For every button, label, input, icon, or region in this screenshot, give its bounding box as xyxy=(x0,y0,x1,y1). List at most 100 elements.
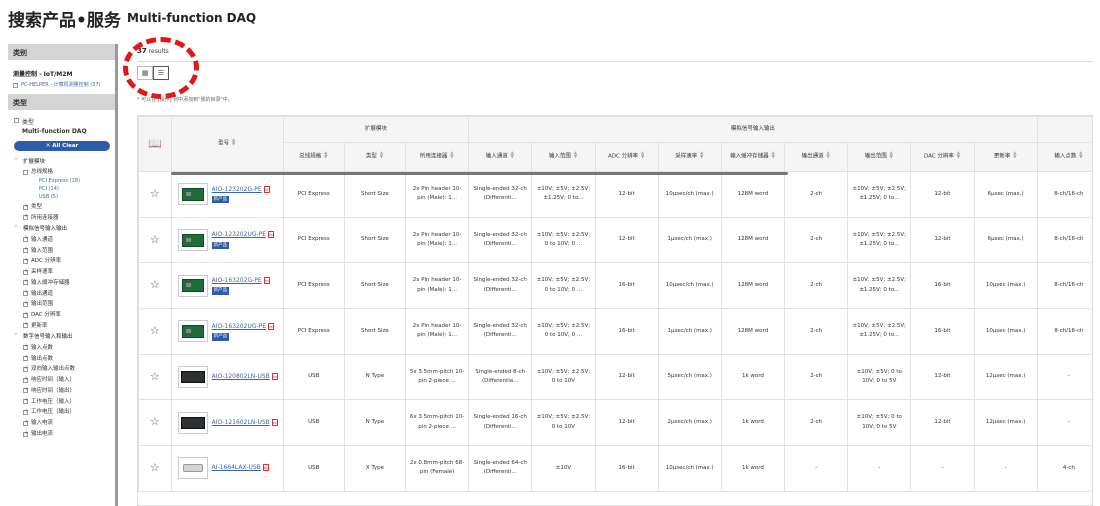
expand-icon[interactable] xyxy=(23,321,28,329)
column-header[interactable]: 输入缓冲存储器 ▲ ▼ xyxy=(720,142,786,172)
expand-icon[interactable] xyxy=(23,397,28,405)
column-header[interactable]: 输入通道 ▲ ▼ xyxy=(468,142,533,172)
filter-item[interactable]: 响应时间（输入） xyxy=(8,374,115,385)
star-icon[interactable]: ☆ xyxy=(150,324,160,337)
filter-item[interactable]: 输入缓冲存储器 xyxy=(8,276,115,287)
expand-icon[interactable] xyxy=(23,386,28,394)
product-thumbnail[interactable] xyxy=(177,229,208,252)
product-link[interactable]: AIO-121602LN-USB xyxy=(212,419,270,426)
filter-group[interactable]: ^ 模拟信号输入输出 xyxy=(8,222,115,233)
sort-icon[interactable]: ▲ ▼ xyxy=(640,151,645,160)
filter-item[interactable]: 采样速率 xyxy=(8,266,115,277)
filter-item[interactable]: 输入范围 xyxy=(8,244,115,255)
expand-icon[interactable] xyxy=(23,408,28,415)
column-header[interactable]: 输入范围 ▲ ▼ xyxy=(531,142,596,172)
star-icon[interactable]: ☆ xyxy=(150,278,160,291)
column-header[interactable]: 型号 ▲ ▼ xyxy=(170,116,284,172)
filter-item[interactable]: 输入点数 xyxy=(8,341,115,352)
favorite-cell[interactable]: ☆ xyxy=(138,216,172,264)
pdf-icon[interactable]: PDF xyxy=(262,464,270,472)
expand-icon[interactable] xyxy=(23,311,28,318)
product-link[interactable]: AI-1664LAX-USB xyxy=(212,464,261,471)
star-icon[interactable]: ☆ xyxy=(150,415,160,428)
column-header[interactable]: 所用连接器 ▲ ▼ xyxy=(404,142,470,172)
sort-icon[interactable]: ▲ ▼ xyxy=(510,151,515,160)
expand-icon[interactable] xyxy=(23,246,28,254)
filter-option-link[interactable]: USB (5) xyxy=(8,193,115,201)
filter-item[interactable]: 工作电压（输入） xyxy=(8,395,115,406)
collapse-icon[interactable] xyxy=(13,81,18,88)
expand-icon[interactable] xyxy=(23,365,28,372)
expand-icon[interactable] xyxy=(23,235,28,243)
sort-icon[interactable]: ▲ ▼ xyxy=(573,151,578,160)
expand-icon[interactable] xyxy=(23,300,28,307)
favorite-cell[interactable]: ☆ xyxy=(138,353,172,401)
pdf-icon[interactable]: PDF xyxy=(263,276,271,284)
product-thumbnail[interactable] xyxy=(177,411,208,434)
pdf-icon[interactable]: PDF xyxy=(268,322,275,330)
favorite-cell[interactable]: ☆ xyxy=(138,171,172,218)
expand-icon[interactable] xyxy=(23,376,28,383)
product-link[interactable]: AIO-163202UG-PE xyxy=(212,323,266,330)
column-header[interactable]: 输入点数 ▲ ▼ xyxy=(1036,142,1092,172)
category-sub-filter[interactable]: PC-HELPER - 计算机测量控制 (37) xyxy=(8,80,115,94)
filter-item[interactable]: 所用连接器 xyxy=(8,212,115,223)
filter-item[interactable]: 类型 xyxy=(8,201,115,212)
expand-icon[interactable] xyxy=(23,430,28,437)
expand-icon[interactable] xyxy=(23,419,28,426)
filter-item[interactable]: 输入电流 xyxy=(8,417,115,428)
product-thumbnail[interactable] xyxy=(177,320,208,343)
sort-icon[interactable]: ▲ ▼ xyxy=(826,151,831,160)
filter-item[interactable]: 输入通道 xyxy=(8,233,115,244)
sort-icon[interactable]: ▲ ▼ xyxy=(956,151,961,160)
product-thumbnail[interactable] xyxy=(177,366,208,389)
filter-item[interactable]: 输出电流 xyxy=(8,428,115,439)
product-link[interactable]: AIO-120802LN-USB xyxy=(212,373,270,380)
pdf-icon[interactable]: PDF xyxy=(263,185,271,193)
expand-icon[interactable] xyxy=(23,203,28,210)
column-header[interactable]: 输出范围 ▲ ▼ xyxy=(847,142,912,172)
product-thumbnail[interactable] xyxy=(177,274,208,297)
filter-group[interactable]: ^ 扩展模块 xyxy=(8,155,115,166)
favorite-cell[interactable]: ☆ xyxy=(138,262,172,310)
column-header[interactable]: 输出通道 ▲ ▼ xyxy=(784,142,849,172)
favorite-cell[interactable]: ☆ xyxy=(138,399,172,447)
filter-item[interactable]: 响应时间（输出） xyxy=(8,385,115,396)
filter-option-link[interactable]: PCI (14) xyxy=(8,185,115,193)
sort-icon[interactable]: ▲ ▼ xyxy=(1078,151,1083,160)
column-header[interactable]: 更新率 ▲ ▼ xyxy=(973,142,1038,172)
product-link[interactable]: AIO-163202G-PE xyxy=(212,277,262,284)
star-icon[interactable]: ☆ xyxy=(150,187,160,200)
star-icon[interactable]: ☆ xyxy=(150,461,160,474)
star-icon[interactable]: ☆ xyxy=(150,233,160,246)
expand-icon[interactable] xyxy=(23,268,28,275)
column-header[interactable]: 总线规格 ▲ ▼ xyxy=(282,142,345,172)
star-icon[interactable]: ☆ xyxy=(150,370,160,383)
book-icon[interactable]: 📖 xyxy=(148,137,162,150)
collapse-icon[interactable] xyxy=(14,116,19,123)
filter-item[interactable]: DAC 分辨率 xyxy=(8,309,115,320)
filter-item[interactable]: 更新率 xyxy=(8,320,115,331)
expand-icon[interactable] xyxy=(23,354,28,362)
expand-icon[interactable] xyxy=(23,278,28,286)
sort-icon[interactable]: ▲ ▼ xyxy=(771,151,776,160)
caret-up-icon[interactable]: ^ xyxy=(14,225,20,231)
expand-icon[interactable] xyxy=(23,289,28,297)
column-header[interactable]: 采样速率 ▲ ▼ xyxy=(657,142,722,172)
type-filter[interactable]: 类型 xyxy=(8,110,115,126)
pdf-icon[interactable]: PDF xyxy=(268,231,275,239)
sort-icon[interactable]: ▲ ▼ xyxy=(449,151,454,160)
filter-group[interactable]: ^ 数字信号输入和输出 xyxy=(8,330,115,341)
product-thumbnail[interactable] xyxy=(177,183,208,206)
pdf-icon[interactable]: PDF xyxy=(271,372,279,380)
sort-icon[interactable]: ▲ ▼ xyxy=(323,151,328,160)
filter-item[interactable]: 工作电压（输出） xyxy=(8,406,115,417)
product-link[interactable]: AIO-123202G-PE xyxy=(212,186,262,193)
expand-icon[interactable] xyxy=(23,213,28,221)
expand-icon[interactable] xyxy=(23,257,28,264)
expand-icon[interactable] xyxy=(23,343,28,351)
filter-item[interactable]: 输出点数 xyxy=(8,352,115,363)
filter-option-link[interactable]: PCI Express (18) xyxy=(8,177,115,185)
column-header[interactable]: ADC 分辨率 ▲ ▼ xyxy=(594,142,659,172)
sort-icon[interactable]: ▲ ▼ xyxy=(889,151,894,160)
